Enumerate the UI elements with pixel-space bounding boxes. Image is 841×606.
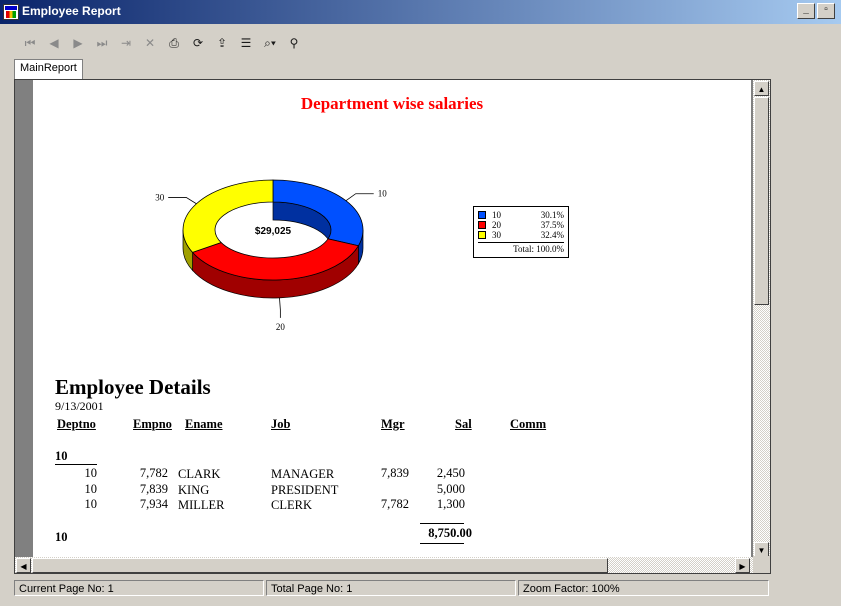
status-bar: Current Page No: 1 Total Page No: 1 Zoom… xyxy=(14,580,771,598)
cell-deptno: 10 xyxy=(84,497,98,511)
legend-total: Total: 100.0% xyxy=(478,242,564,254)
cell-sal: 2,450 xyxy=(436,466,465,480)
scroll-left-button[interactable]: ◀ xyxy=(16,558,31,573)
horizontal-scroll-thumb[interactable] xyxy=(32,558,608,573)
chart-center-label: $29,025 xyxy=(255,226,292,237)
scroll-corner xyxy=(753,556,770,573)
minimize-button[interactable]: _ xyxy=(797,3,815,19)
group-footer-label: 10 xyxy=(55,530,68,544)
goto-page-icon[interactable]: ⇥ xyxy=(116,34,136,52)
tab-mainreport[interactable]: MainReport xyxy=(14,59,83,79)
report-page: Department wise salaries $29,025 10 20 30 1… xyxy=(33,80,751,558)
total-rule-top xyxy=(420,523,464,524)
cell-mgr: 7,782 xyxy=(380,497,409,511)
cell-empno: 7,839 xyxy=(139,482,168,496)
slice-label-20: 20 xyxy=(276,322,286,332)
pie-slice-30 xyxy=(182,179,274,253)
report-viewer: Department wise salaries $29,025 10 20 30 1… xyxy=(14,79,771,574)
title-bar: Employee Report _ ▫ xyxy=(0,0,841,24)
legend-percent: 32.4% xyxy=(540,230,564,240)
group-header: 10 xyxy=(55,449,68,463)
next-page-icon[interactable]: ▶ xyxy=(68,34,88,52)
cell-ename: MILLER xyxy=(178,498,225,512)
print-icon[interactable]: ⎙ xyxy=(164,34,184,52)
col-header-comm: Comm xyxy=(510,417,547,431)
cell-deptno: 10 xyxy=(84,482,98,496)
group-total: 8,750.00 xyxy=(428,526,472,540)
cell-job: MANAGER xyxy=(271,467,335,481)
cell-mgr: 7,839 xyxy=(380,466,409,480)
cell-job: PRESIDENT xyxy=(271,483,339,497)
col-header-mgr: Mgr xyxy=(381,417,405,431)
status-total-page: Total Page No: 1 xyxy=(266,580,516,596)
slice-label-10: 10 xyxy=(378,189,388,199)
leader-line-20 xyxy=(279,297,281,318)
zoom-icon[interactable]: ⌕▾ xyxy=(260,34,280,52)
legend-row: 10 30.1% xyxy=(478,210,564,220)
refresh-icon[interactable]: ⟳ xyxy=(188,34,208,52)
col-header-sal: Sal xyxy=(455,417,472,431)
cell-job: CLERK xyxy=(271,498,312,512)
legend-row: 30 32.4% xyxy=(478,230,564,240)
report-title: Department wise salaries xyxy=(300,94,484,113)
window-title: Employee Report xyxy=(22,4,121,18)
col-header-ename: Ename xyxy=(185,417,223,431)
section-title: Employee Details xyxy=(55,375,211,399)
col-header-empno: Empno xyxy=(133,417,172,431)
pie-chart: $29,025 10 20 30 xyxy=(155,179,388,332)
cell-empno: 7,782 xyxy=(139,466,168,480)
legend-category: 20 xyxy=(492,220,501,230)
stop-icon[interactable]: ✕ xyxy=(140,34,160,52)
cell-empno: 7,934 xyxy=(139,497,168,511)
report-toolbar: ⏮ ◀ ▶ ⏭ ⇥ ✕ ⎙ ⟳ ⇪ ☰ ⌕▾ ⚲ xyxy=(20,34,308,52)
legend-percent: 37.5% xyxy=(540,220,564,230)
total-rule-bottom xyxy=(420,543,464,544)
cell-ename: CLARK xyxy=(178,467,221,481)
report-date: 9/13/2001 xyxy=(55,399,104,413)
group-tree-icon[interactable]: ☰ xyxy=(236,34,256,52)
scroll-right-button[interactable]: ▶ xyxy=(735,558,750,573)
legend-percent: 30.1% xyxy=(540,210,564,220)
scroll-up-button[interactable]: ▲ xyxy=(754,81,769,96)
legend-category: 10 xyxy=(492,210,501,220)
vertical-scroll-thumb[interactable] xyxy=(754,97,769,305)
group-underline xyxy=(55,464,97,465)
search-icon[interactable]: ⚲ xyxy=(284,34,304,52)
cell-sal: 5,000 xyxy=(436,482,465,496)
export-icon[interactable]: ⇪ xyxy=(212,34,232,52)
leader-line-10 xyxy=(345,193,374,202)
cell-ename: KING xyxy=(178,483,210,497)
legend-row: 20 37.5% xyxy=(478,220,564,230)
slice-label-30: 30 xyxy=(155,192,165,202)
scroll-down-button[interactable]: ▼ xyxy=(754,542,769,557)
leader-line-30 xyxy=(168,197,197,205)
status-current-page: Current Page No: 1 xyxy=(14,580,264,596)
restore-button[interactable]: ▫ xyxy=(817,3,835,19)
col-header-deptno: Deptno xyxy=(57,417,96,431)
cell-sal: 1,300 xyxy=(436,497,465,511)
legend-swatch xyxy=(478,221,486,229)
legend-category: 30 xyxy=(492,230,501,240)
status-zoom: Zoom Factor: 100% xyxy=(518,580,769,596)
prev-page-icon[interactable]: ◀ xyxy=(44,34,64,52)
legend-swatch xyxy=(478,231,486,239)
cell-deptno: 10 xyxy=(84,466,98,480)
chart-legend: 10 30.1% 20 37.5% 30 32.4% Total: 100.0% xyxy=(473,206,569,258)
col-header-job: Job xyxy=(271,417,291,431)
legend-swatch xyxy=(478,211,486,219)
app-icon[interactable] xyxy=(3,4,19,20)
first-page-icon[interactable]: ⏮ xyxy=(20,34,40,52)
vertical-scrollbar[interactable]: ▲ ▼ xyxy=(753,80,770,558)
last-page-icon[interactable]: ⏭ xyxy=(92,34,112,52)
horizontal-scrollbar[interactable]: ◀ ▶ xyxy=(15,557,753,573)
